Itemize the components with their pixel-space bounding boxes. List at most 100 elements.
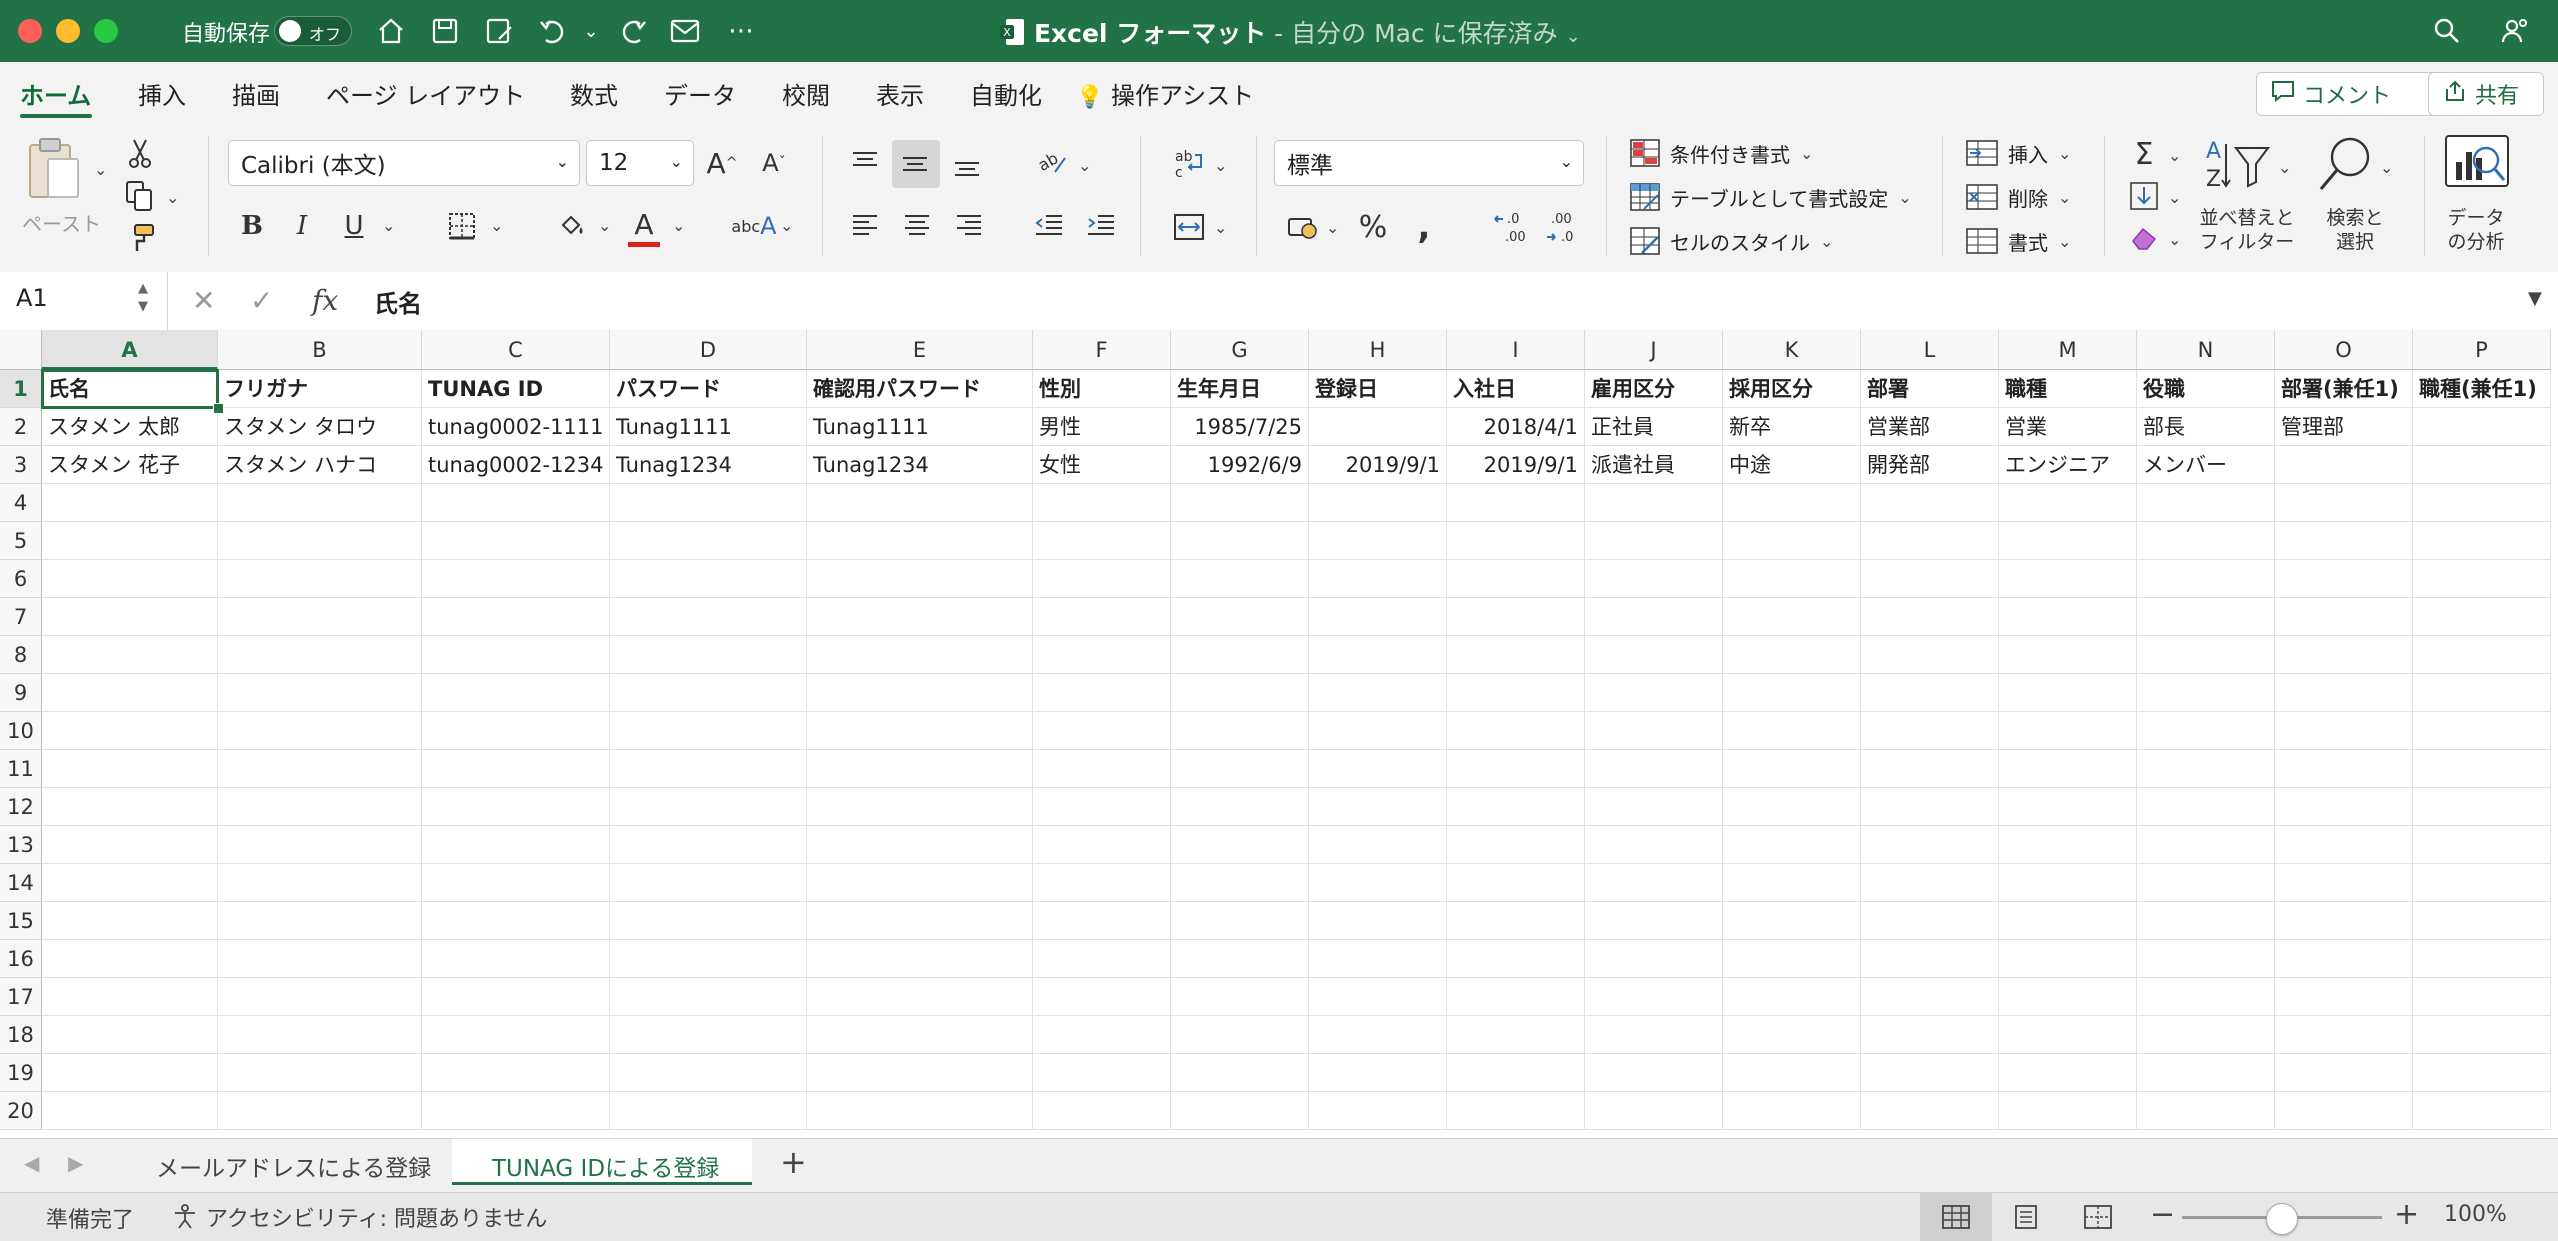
cell-b11[interactable] bbox=[218, 750, 422, 788]
cell-k15[interactable] bbox=[1723, 902, 1861, 940]
cell-m8[interactable] bbox=[1999, 636, 2137, 674]
row-header[interactable]: 13 bbox=[0, 826, 42, 864]
cell-f2[interactable]: 男性 bbox=[1033, 408, 1171, 446]
cell-e7[interactable] bbox=[807, 598, 1033, 636]
cell-j6[interactable] bbox=[1585, 560, 1723, 598]
cell-b3[interactable]: スタメン ハナコ bbox=[218, 446, 422, 484]
cell-m17[interactable] bbox=[1999, 978, 2137, 1016]
cell-p17[interactable] bbox=[2413, 978, 2551, 1016]
cell-j13[interactable] bbox=[1585, 826, 1723, 864]
cell-h7[interactable] bbox=[1309, 598, 1447, 636]
cell-d13[interactable] bbox=[610, 826, 807, 864]
cell-j12[interactable] bbox=[1585, 788, 1723, 826]
cell-n13[interactable] bbox=[2137, 826, 2275, 864]
cell-l14[interactable] bbox=[1861, 864, 1999, 902]
cell-c11[interactable] bbox=[422, 750, 610, 788]
format-cells-button[interactable]: 書式 ⌄ bbox=[1966, 224, 2071, 258]
cell-c13[interactable] bbox=[422, 826, 610, 864]
cell-d3[interactable]: Tunag1234 bbox=[610, 446, 807, 484]
cell-j2[interactable]: 正社員 bbox=[1585, 408, 1723, 446]
cell-d11[interactable] bbox=[610, 750, 807, 788]
cell-k12[interactable] bbox=[1723, 788, 1861, 826]
more-icon[interactable]: ⋯ bbox=[722, 12, 760, 50]
cell-i14[interactable] bbox=[1447, 864, 1585, 902]
cell-o1[interactable]: 部署(兼任1) bbox=[2275, 370, 2413, 408]
cell-i10[interactable] bbox=[1447, 712, 1585, 750]
cell-h8[interactable] bbox=[1309, 636, 1447, 674]
fill-dropdown-icon[interactable]: ⌄ bbox=[2168, 188, 2181, 207]
clear-dropdown-icon[interactable]: ⌄ bbox=[2168, 230, 2181, 249]
cell-c19[interactable] bbox=[422, 1054, 610, 1092]
cell-b14[interactable] bbox=[218, 864, 422, 902]
cell-g19[interactable] bbox=[1171, 1054, 1309, 1092]
sort-filter-label[interactable]: 並べ替えと フィルター bbox=[2192, 206, 2302, 254]
cell-b8[interactable] bbox=[218, 636, 422, 674]
cell-g17[interactable] bbox=[1171, 978, 1309, 1016]
cell-p12[interactable] bbox=[2413, 788, 2551, 826]
cell-h19[interactable] bbox=[1309, 1054, 1447, 1092]
increase-font-size-icon[interactable]: A ^ bbox=[700, 142, 744, 184]
cell-g11[interactable] bbox=[1171, 750, 1309, 788]
cell-o5[interactable] bbox=[2275, 522, 2413, 560]
cell-k6[interactable] bbox=[1723, 560, 1861, 598]
cell-m2[interactable]: 営業 bbox=[1999, 408, 2137, 446]
fill-icon[interactable] bbox=[2124, 176, 2164, 216]
cell-d15[interactable] bbox=[610, 902, 807, 940]
cell-m10[interactable] bbox=[1999, 712, 2137, 750]
cell-p8[interactable] bbox=[2413, 636, 2551, 674]
cell-p3[interactable] bbox=[2413, 446, 2551, 484]
cell-d2[interactable]: Tunag1111 bbox=[610, 408, 807, 446]
sort-filter-dropdown-icon[interactable]: ⌄ bbox=[2278, 158, 2291, 177]
zoom-level[interactable]: 100% bbox=[2444, 1202, 2507, 1227]
cell-h13[interactable] bbox=[1309, 826, 1447, 864]
cell-p15[interactable] bbox=[2413, 902, 2551, 940]
column-header-i[interactable]: I bbox=[1447, 330, 1585, 370]
cell-p4[interactable] bbox=[2413, 484, 2551, 522]
cell-l1[interactable]: 部署 bbox=[1861, 370, 1999, 408]
cell-l19[interactable] bbox=[1861, 1054, 1999, 1092]
cell-b10[interactable] bbox=[218, 712, 422, 750]
row-header[interactable]: 8 bbox=[0, 636, 42, 674]
column-header-a[interactable]: A bbox=[42, 330, 218, 370]
cell-b6[interactable] bbox=[218, 560, 422, 598]
cell-e2[interactable]: Tunag1111 bbox=[807, 408, 1033, 446]
cell-h2[interactable] bbox=[1309, 408, 1447, 446]
cell-h15[interactable] bbox=[1309, 902, 1447, 940]
cell-a16[interactable] bbox=[42, 940, 218, 978]
copy-dropdown-icon[interactable]: ⌄ bbox=[166, 188, 179, 207]
cell-h9[interactable] bbox=[1309, 674, 1447, 712]
orientation-icon[interactable]: ab bbox=[1030, 142, 1074, 182]
column-header-b[interactable]: B bbox=[218, 330, 422, 370]
cell-l4[interactable] bbox=[1861, 484, 1999, 522]
cell-f18[interactable] bbox=[1033, 1016, 1171, 1054]
column-header-l[interactable]: L bbox=[1861, 330, 1999, 370]
column-header-o[interactable]: O bbox=[2275, 330, 2413, 370]
cell-a7[interactable] bbox=[42, 598, 218, 636]
cell-h16[interactable] bbox=[1309, 940, 1447, 978]
conditional-formatting-button[interactable]: 条件付き書式 ⌄ bbox=[1630, 136, 1813, 170]
cell-g1[interactable]: 生年月日 bbox=[1171, 370, 1309, 408]
cell-h1[interactable]: 登録日 bbox=[1309, 370, 1447, 408]
cell-a19[interactable] bbox=[42, 1054, 218, 1092]
cell-j16[interactable] bbox=[1585, 940, 1723, 978]
zoom-in-icon[interactable]: + bbox=[2394, 1197, 2419, 1232]
cell-e15[interactable] bbox=[807, 902, 1033, 940]
next-sheet-icon[interactable]: ▶ bbox=[68, 1151, 83, 1175]
cell-n12[interactable] bbox=[2137, 788, 2275, 826]
cell-f15[interactable] bbox=[1033, 902, 1171, 940]
cell-o15[interactable] bbox=[2275, 902, 2413, 940]
column-header-d[interactable]: D bbox=[610, 330, 807, 370]
cell-j18[interactable] bbox=[1585, 1016, 1723, 1054]
cell-f13[interactable] bbox=[1033, 826, 1171, 864]
increase-decimal-icon[interactable]: .0.00 bbox=[1488, 204, 1534, 250]
tab-draw[interactable]: 描画 bbox=[232, 76, 280, 111]
cell-j3[interactable]: 派遣社員 bbox=[1585, 446, 1723, 484]
cell-b12[interactable] bbox=[218, 788, 422, 826]
cell-h12[interactable] bbox=[1309, 788, 1447, 826]
cell-n14[interactable] bbox=[2137, 864, 2275, 902]
cell-a8[interactable] bbox=[42, 636, 218, 674]
column-header-p[interactable]: P bbox=[2413, 330, 2551, 370]
cell-o9[interactable] bbox=[2275, 674, 2413, 712]
cell-n1[interactable]: 役職 bbox=[2137, 370, 2275, 408]
cell-i11[interactable] bbox=[1447, 750, 1585, 788]
